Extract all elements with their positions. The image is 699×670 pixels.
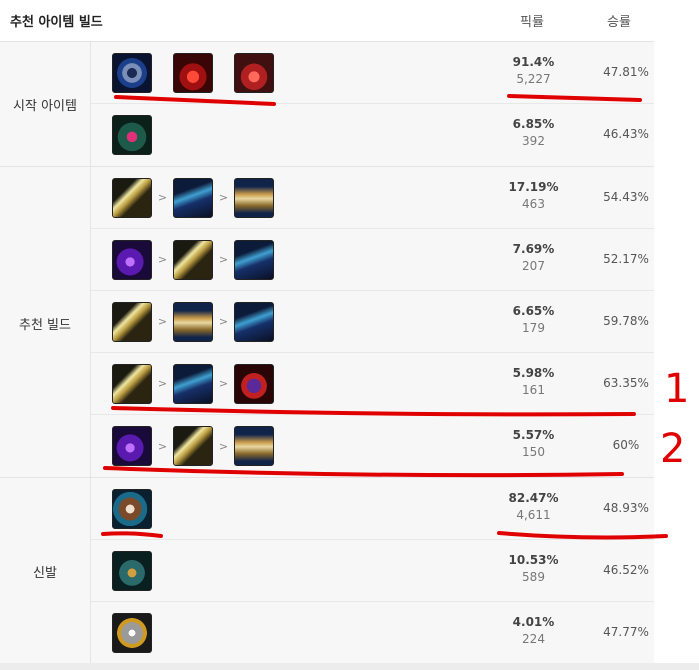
table-row[interactable]: > > 6.65% 179 59.78% <box>91 291 654 353</box>
table-row[interactable]: 4.01% 224 47.77% <box>91 602 654 663</box>
pick-rate: 82.47% <box>508 491 559 505</box>
corrupting-potion-icon[interactable] <box>112 115 152 155</box>
win-rate: 59.78% <box>603 314 649 328</box>
game-count: 161 <box>522 383 545 397</box>
win-rate: 60% <box>612 438 640 452</box>
sword-icon[interactable] <box>173 426 213 466</box>
game-count: 150 <box>522 445 545 459</box>
game-count: 392 <box>522 134 545 148</box>
tome-icon[interactable] <box>173 363 213 404</box>
mark-2: 2 <box>660 426 685 472</box>
mercury-treads-icon[interactable] <box>112 550 152 591</box>
chevron-right-icon: > <box>218 253 229 266</box>
tome-icon[interactable] <box>234 239 274 280</box>
table-row[interactable]: 10.53% 589 46.52% <box>91 540 654 602</box>
pick-rate: 4.01% <box>512 615 555 629</box>
game-count: 224 <box>522 632 545 646</box>
chevron-right-icon: > <box>157 315 168 328</box>
hourglass-icon[interactable] <box>234 177 274 218</box>
section-starting-items: 시작 아이템 91.4% 5,227 47.81% 6.85% 392 46.4… <box>0 42 654 167</box>
ring-icon[interactable] <box>112 52 152 93</box>
section-recommended-build: 추천 빌드 > > 17.19% 463 54.43% > > 7.69% 20… <box>0 167 654 478</box>
sword-icon[interactable] <box>112 363 152 404</box>
win-rate: 63.35% <box>603 376 649 390</box>
table-row[interactable]: 82.47% 4,611 48.93% <box>91 478 654 540</box>
chevron-right-icon: > <box>157 439 168 453</box>
game-count: 463 <box>522 197 545 211</box>
chevron-right-icon: > <box>218 191 229 204</box>
wand-icon[interactable] <box>112 426 152 466</box>
table-row[interactable]: > > 5.98% 161 63.35% <box>91 353 654 415</box>
bottom-strip <box>0 663 699 670</box>
pick-rate: 6.65% <box>512 304 555 318</box>
game-count: 207 <box>522 259 545 273</box>
hourglass-icon[interactable] <box>234 426 274 466</box>
pick-rate: 17.19% <box>508 180 559 194</box>
win-rate: 47.77% <box>603 625 649 639</box>
sword-icon[interactable] <box>173 239 213 280</box>
table-row[interactable]: > > 5.57% 150 60% <box>91 415 654 477</box>
table-row[interactable]: 91.4% 5,227 47.81% <box>91 42 654 104</box>
table-row[interactable]: > > 7.69% 207 52.17% <box>91 229 654 291</box>
win-rate: 54.43% <box>603 190 649 204</box>
win-rate: 46.43% <box>603 127 649 141</box>
win-rate: 48.93% <box>603 501 649 515</box>
tome-icon[interactable] <box>234 301 274 342</box>
game-count: 4,611 <box>516 508 551 522</box>
sword-icon[interactable] <box>112 177 152 218</box>
chevron-right-icon: > <box>218 377 229 390</box>
table-row[interactable]: 6.85% 392 46.43% <box>91 104 654 166</box>
pick-rate: 5.57% <box>512 428 555 442</box>
chevron-right-icon: > <box>218 439 229 453</box>
section-boots: 신발 82.47% 4,611 48.93% 10.53% 589 46.52% <box>0 478 654 663</box>
pick-rate: 91.4% <box>512 55 555 69</box>
pick-rate-header[interactable]: 픽률 <box>502 11 562 30</box>
mark-1: 1 <box>664 366 689 412</box>
pick-rate: 7.69% <box>512 242 555 256</box>
section-label-starting-items: 시작 아이템 <box>13 99 77 114</box>
win-rate: 47.81% <box>603 65 649 79</box>
win-rate: 46.52% <box>603 563 649 577</box>
chevron-right-icon: > <box>157 191 168 204</box>
chevron-right-icon: > <box>157 253 168 266</box>
table-row[interactable]: > > 17.19% 463 54.43% <box>91 167 654 229</box>
game-count: 589 <box>522 570 545 584</box>
health-potion-icon[interactable] <box>173 52 213 93</box>
game-count: 5,227 <box>516 72 551 86</box>
pick-rate: 6.85% <box>512 117 555 131</box>
win-rate-header[interactable]: 승률 <box>589 11 649 30</box>
sorcerer-boots-icon[interactable] <box>112 488 152 529</box>
chevron-right-icon: > <box>157 377 168 390</box>
hourglass-icon[interactable] <box>173 301 213 342</box>
refillable-potion-icon[interactable] <box>234 52 274 93</box>
table-header: 추천 아이템 빌드 픽률 승률 <box>0 0 654 42</box>
item-build-table: 추천 아이템 빌드 픽률 승률 시작 아이템 91.4% 5,227 47.81… <box>0 0 654 663</box>
section-label-boots: 신발 <box>33 566 57 581</box>
sword-icon[interactable] <box>112 301 152 342</box>
section-label-recommended-build: 추천 빌드 <box>19 318 71 333</box>
win-rate: 52.17% <box>603 252 649 266</box>
wand-icon[interactable] <box>112 239 152 280</box>
pick-rate: 5.98% <box>512 366 555 380</box>
wizard-hat-icon[interactable] <box>234 363 274 404</box>
tome-icon[interactable] <box>173 177 213 218</box>
chevron-right-icon: > <box>218 315 229 328</box>
table-title: 추천 아이템 빌드 <box>10 15 103 30</box>
pick-rate: 10.53% <box>508 553 559 567</box>
game-count: 179 <box>522 321 545 335</box>
ionian-boots-icon[interactable] <box>112 612 152 653</box>
